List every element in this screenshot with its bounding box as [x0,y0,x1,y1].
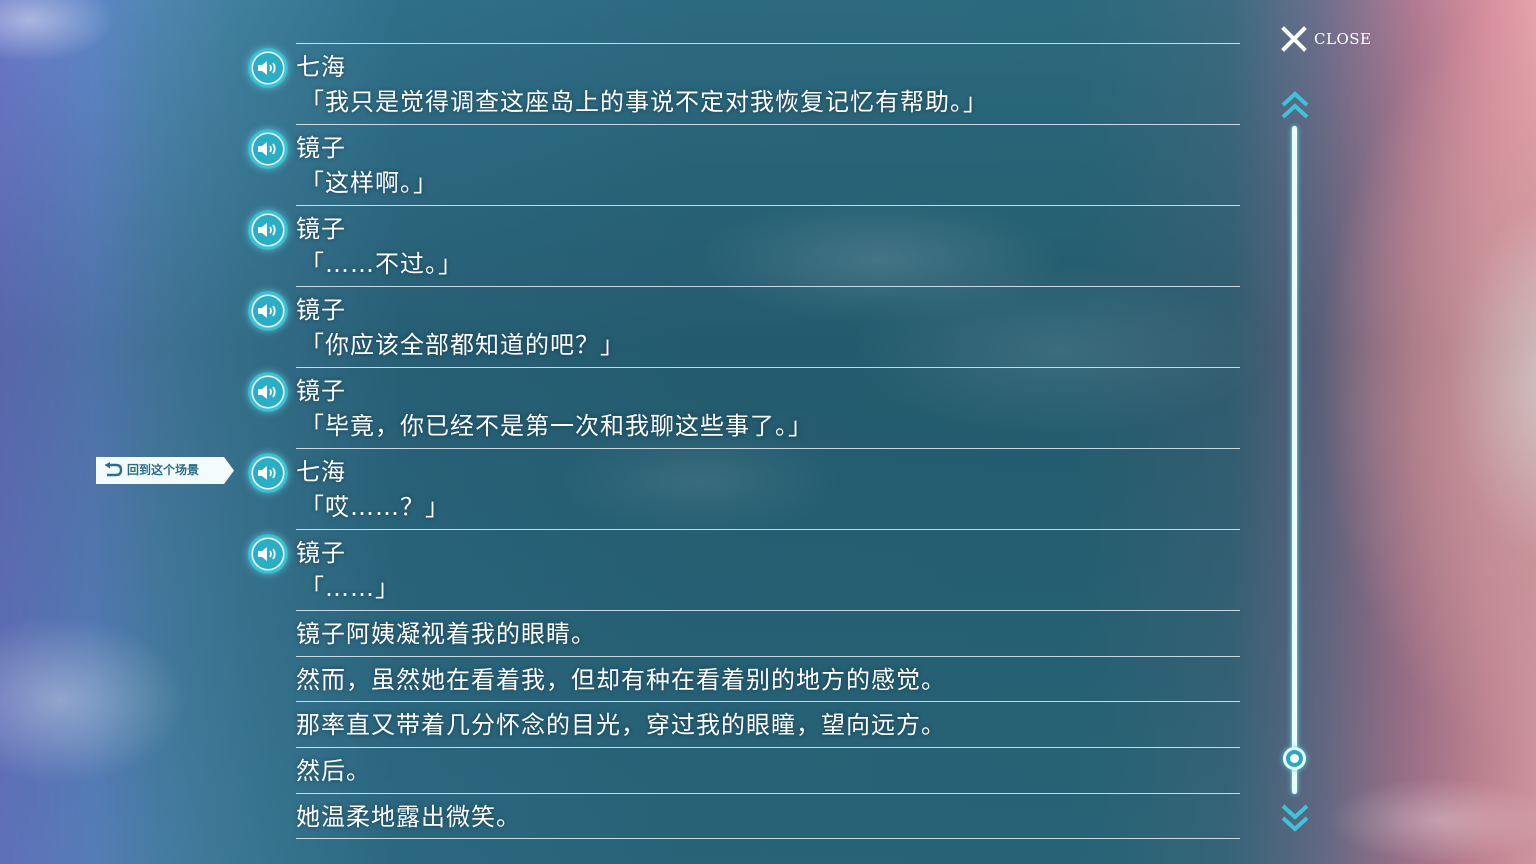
speaker-icon [258,223,276,237]
speaker-icon [258,61,276,75]
speaker-icon [258,466,276,480]
dialogue-line: 「哎……？」 [300,493,450,521]
voice-replay-button[interactable] [248,129,288,169]
speaker-name: 镜子 [296,215,346,243]
dialogue-line: 「这样啊。」 [300,169,438,197]
speaker-name: 镜子 [296,296,346,324]
voice-replay-button[interactable] [248,534,288,574]
voice-replay-button[interactable] [248,372,288,412]
scroll-down-button[interactable] [1280,800,1310,834]
scrollbar-track[interactable] [1292,126,1297,794]
backlog-entry: 镜子阿姨凝视着我的眼睛。 [296,611,1240,657]
speaker-icon [258,385,276,399]
scroll-up-button[interactable] [1280,89,1310,123]
jump-to-scene-button[interactable]: 回到这个场景 [96,457,234,484]
backlog-entry: 镜子 「这样啊。」 [248,125,1240,206]
scrollbar-thumb-dot [1290,754,1299,763]
narration-line: 然而，虽然她在看着我，但却有种在看着别的地方的感觉。 [296,665,946,694]
x-icon [1281,26,1307,52]
close-button[interactable]: CLOSE [1281,26,1371,52]
backlog-entry: 镜子 「你应该全部都知道的吧？」 [248,287,1240,368]
backlog-entry: 镜子 「毕竟，你已经不是第一次和我聊这些事了。」 [248,368,1240,449]
voice-replay-button[interactable] [248,291,288,331]
backlog-entry: 镜子 「……不过。」 [248,206,1240,287]
double-chevron-up-icon [1281,91,1309,119]
dialogue-line: 「毕竟，你已经不是第一次和我聊这些事了。」 [300,412,813,440]
voice-replay-button[interactable] [248,210,288,250]
scrollbar-thumb[interactable] [1283,747,1306,770]
backlog-entry: 然后。 [296,748,1240,794]
backlog-list: 七海 「我只是觉得调查这座岛上的事说不定对我恢复记忆有帮助。」 镜子 「这样啊。… [248,43,1240,840]
speaker-icon [258,304,276,318]
speaker-name: 镜子 [296,377,346,405]
voice-replay-button[interactable] [248,453,288,493]
jump-button-label: 回到这个场景 [127,463,200,477]
close-label: CLOSE [1314,30,1372,48]
speaker-name: 镜子 [296,134,346,162]
narration-line: 然后。 [296,757,371,786]
double-chevron-down-icon [1281,804,1309,832]
speaker-icon [258,547,276,561]
speaker-name: 七海 [296,458,346,486]
backlog-entry: 七海 「我只是觉得调查这座岛上的事说不定对我恢复记忆有帮助。」 [248,44,1240,125]
backlog-entry: 七海 「哎……？」 [248,449,1240,530]
backlog-entry: 她温柔地露出微笑。 [296,794,1240,840]
speaker-name: 七海 [296,53,346,81]
voice-replay-button[interactable] [248,48,288,88]
narration-line: 镜子阿姨凝视着我的眼睛。 [296,620,596,648]
narration-line: 那率直又带着几分怀念的目光，穿过我的眼瞳，望向远方。 [296,711,946,740]
speaker-icon [258,142,276,156]
dialogue-line: 「你应该全部都知道的吧？」 [300,331,625,359]
dialogue-line: 「我只是觉得调查这座岛上的事说不定对我恢复记忆有帮助。」 [300,88,988,116]
dialogue-line: 「……不过。」 [300,250,463,278]
backlog-entry: 然而，虽然她在看着我，但却有种在看着别的地方的感觉。 [296,657,1240,703]
narration-line: 她温柔地露出微笑。 [296,802,521,831]
speaker-name: 镜子 [296,539,346,567]
backlog-entry: 镜子 「……」 [248,530,1240,611]
backlog-entry: 那率直又带着几分怀念的目光，穿过我的眼瞳，望向远方。 [296,702,1240,749]
return-arrow-icon [104,462,123,477]
dialogue-line: 「……」 [300,574,400,602]
